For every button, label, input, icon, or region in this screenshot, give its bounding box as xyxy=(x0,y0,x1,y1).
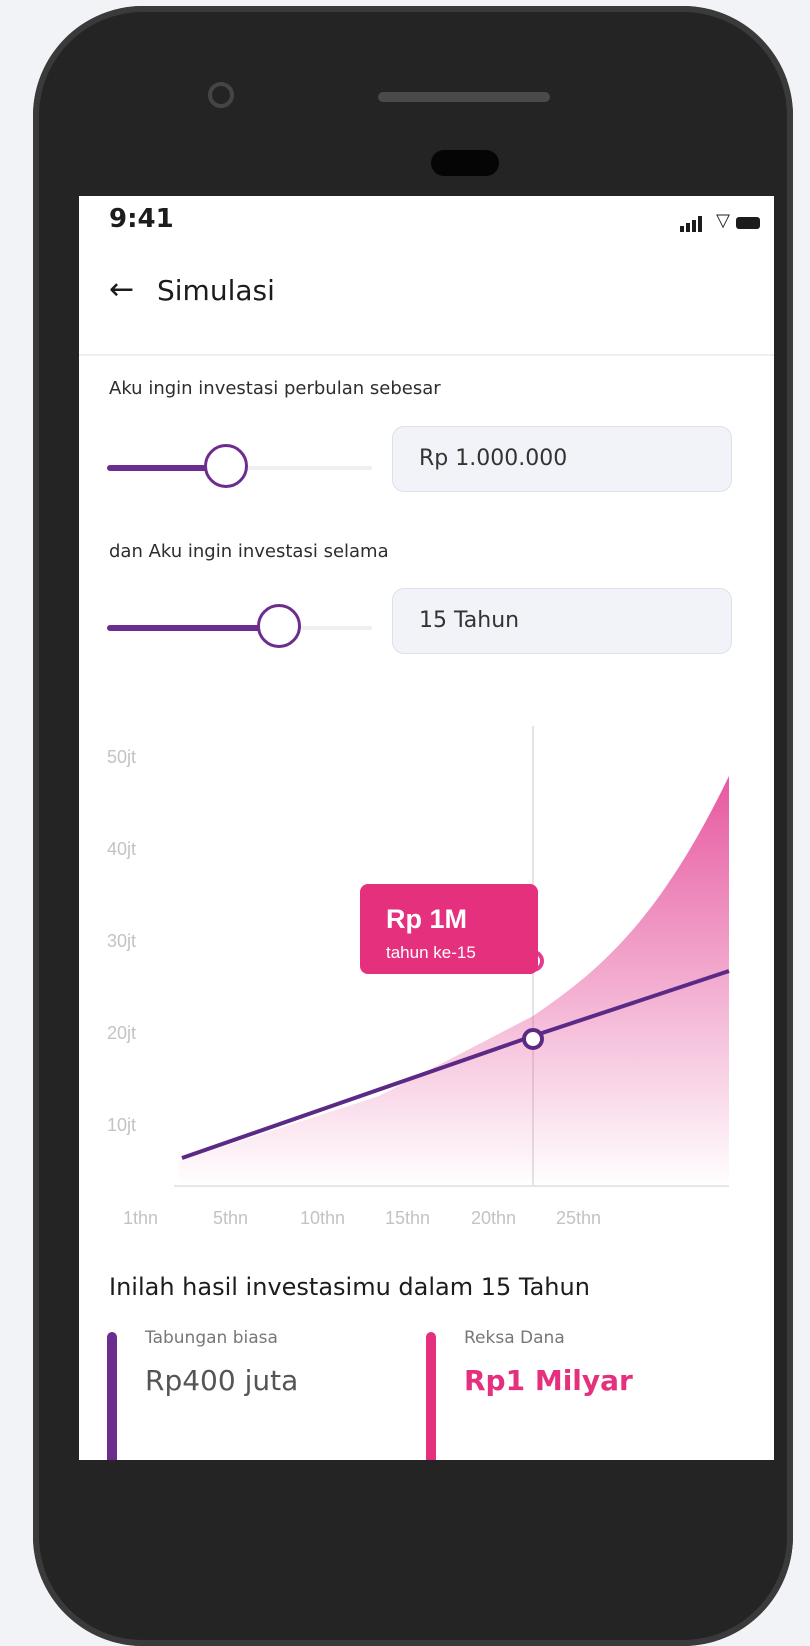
wifi-icon: ▽ xyxy=(716,210,730,231)
app-screen: 9:41 ▽ ← Simulasi Aku ingin investasi pe… xyxy=(79,196,774,1460)
mutual-fund-label: Reksa Dana xyxy=(464,1328,565,1348)
monthly-amount-slider[interactable] xyxy=(107,444,372,492)
status-time: 9:41 xyxy=(109,204,174,234)
speaker-grille xyxy=(378,92,550,102)
savings-color-bar xyxy=(107,1332,117,1460)
savings-result-card: Tabungan biasa Rp400 juta xyxy=(107,1326,397,1460)
mutual-fund-value: Rp1 Milyar xyxy=(464,1364,633,1397)
x-tick-label: 1thn xyxy=(123,1208,158,1228)
tabungan-point[interactable] xyxy=(522,1028,544,1050)
earpiece xyxy=(431,150,499,176)
camera-dot xyxy=(208,82,234,108)
duration-slider[interactable] xyxy=(107,604,372,652)
investment-chart: 10jt 20jt 30jt 40jt 50jt 1thn 5thn 10thn 15thn 2… xyxy=(107,726,730,1228)
back-arrow-icon[interactable]: ← xyxy=(109,275,134,305)
slider-fill xyxy=(107,625,280,631)
savings-value: Rp400 juta xyxy=(145,1364,299,1397)
x-tick-label: 10thn xyxy=(300,1208,345,1228)
slider-knob[interactable] xyxy=(204,444,249,488)
slider-knob[interactable] xyxy=(257,604,302,648)
tooltip-subtitle: tahun ke-15 xyxy=(386,943,476,962)
signal-icon xyxy=(680,216,702,232)
y-tick-label: 10jt xyxy=(107,1115,136,1135)
status-bar: 9:41 ▽ xyxy=(79,196,774,248)
duration-field[interactable]: 15 Tahun xyxy=(392,588,732,654)
reksa-dana-area xyxy=(179,776,729,1186)
y-tick-label: 40jt xyxy=(107,839,136,859)
x-tick-label: 20thn xyxy=(471,1208,516,1228)
page-title: Simulasi xyxy=(157,274,275,307)
mutual-fund-result-card: Reksa Dana Rp1 Milyar xyxy=(426,1326,716,1460)
result-title: Inilah hasil investasimu dalam 15 Tahun xyxy=(109,1273,590,1301)
monthly-amount-field[interactable]: Rp 1.000.000 xyxy=(392,426,732,492)
savings-label: Tabungan biasa xyxy=(145,1328,278,1348)
y-tick-label: 50jt xyxy=(107,747,136,767)
x-tick-label: 15thn xyxy=(385,1208,430,1228)
app-header: ← Simulasi xyxy=(79,248,774,356)
mutual-fund-color-bar xyxy=(426,1332,436,1460)
tooltip-value: Rp 1M xyxy=(386,904,467,934)
x-tick-label: 5thn xyxy=(213,1208,248,1228)
duration-label: dan Aku ingin investasi selama xyxy=(109,541,389,562)
y-tick-label: 20jt xyxy=(107,1023,136,1043)
y-tick-label: 30jt xyxy=(107,931,136,951)
x-tick-label: 25thn xyxy=(556,1208,601,1228)
battery-icon xyxy=(736,217,760,229)
monthly-amount-label: Aku ingin investasi perbulan sebesar xyxy=(109,378,441,399)
